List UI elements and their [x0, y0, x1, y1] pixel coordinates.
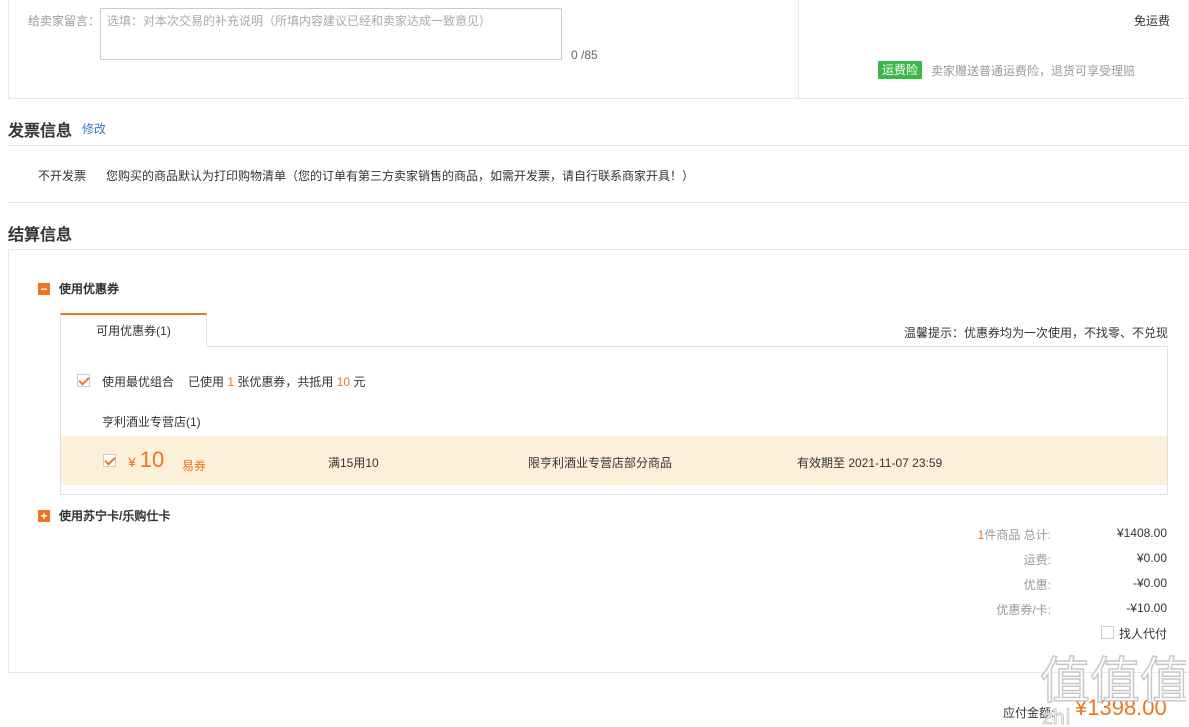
invoice-type: 不开发票: [38, 169, 87, 183]
summary-item-total-label: 1件商品 总计:: [931, 526, 1051, 543]
currency-symbol: ¥: [128, 454, 136, 470]
svg-text:zhi: zhi: [1042, 705, 1071, 727]
summary-shipping-label: 运费:: [1023, 553, 1051, 567]
coupon-value: 10: [139, 447, 165, 472]
summary-discount-label: 优惠:: [1023, 578, 1051, 592]
coupon-amount: ¥10: [128, 447, 164, 473]
used-suffix: 元: [353, 375, 366, 389]
best-combo-label: 使用最优组合: [102, 375, 175, 389]
used-coupon-summary: 已使用 1 张优惠券，共抵用 10 元: [188, 373, 365, 390]
remark-textarea[interactable]: 选填：对本次交易的补充说明（所填内容建议已经和卖家达成一致意见）: [100, 8, 562, 60]
coupon-kind: 易券: [182, 459, 207, 473]
best-combo-checkbox[interactable]: [77, 374, 90, 387]
proxy-pay-checkbox[interactable]: [1101, 626, 1114, 639]
coupon-scope: 限亨利酒业专营店部分商品: [528, 456, 673, 470]
used-prefix: 已使用: [188, 375, 225, 389]
coupon-toggle-label: 使用优惠券: [59, 282, 120, 296]
summary-total: ¥1408.00: [1116, 526, 1167, 540]
item-total-label: 件商品 总计:: [984, 528, 1051, 542]
tab-available-coupons[interactable]: 可用优惠券(1): [60, 313, 207, 347]
settlement-section-title: 结算信息: [8, 227, 73, 244]
watermark-logo: 值值值 zhi: [1039, 640, 1189, 727]
summary-coupon-label: 优惠券/卡:: [996, 603, 1051, 617]
plus-icon[interactable]: +: [38, 509, 50, 522]
coupon-rule: 满15用10: [328, 456, 379, 470]
summary-shipping: ¥0.00: [1136, 551, 1167, 565]
shipping-fee-text: 免运费: [1133, 14, 1170, 28]
coupon-checkbox[interactable]: [103, 454, 116, 467]
remark-label: 给卖家留言：: [28, 14, 101, 28]
used-count: 1: [227, 375, 235, 389]
coupon-validity: 有效期至 2021-11-07 23:59: [797, 456, 943, 470]
coupon-tip: 温馨提示：优惠券均为一次使用，不找零、不兑现: [903, 326, 1168, 340]
minus-icon[interactable]: −: [38, 282, 50, 295]
used-amount: 10: [336, 375, 351, 389]
insurance-text: 卖家赠送普通运费险，退货可享受理赔: [931, 64, 1136, 78]
summary-coupon: -¥10.00: [1126, 601, 1167, 615]
divider: [798, 0, 799, 99]
summary-discount: -¥0.00: [1132, 576, 1167, 590]
invoice-description: 您购买的商品默认为打印购物清单（您的订单有第三方卖家销售的商品，如需开发票，请自…: [106, 169, 695, 183]
invoice-section-title: 发票信息: [8, 123, 73, 140]
card-toggle-label: 使用苏宁卡/乐购仕卡: [59, 509, 171, 523]
shop-name: 亨利酒业专营店(1): [102, 415, 201, 429]
svg-text:值值值: 值值值: [1040, 652, 1186, 710]
remark-char-count: 0 /85: [571, 48, 598, 62]
invoice-edit-link[interactable]: 修改: [82, 120, 106, 137]
insurance-badge: 运费险: [878, 61, 923, 79]
used-mid: 张优惠券，共抵用: [237, 375, 334, 389]
coupon-toggle[interactable]: − 使用优惠券: [38, 280, 119, 297]
card-toggle[interactable]: + 使用苏宁卡/乐购仕卡: [38, 507, 170, 524]
